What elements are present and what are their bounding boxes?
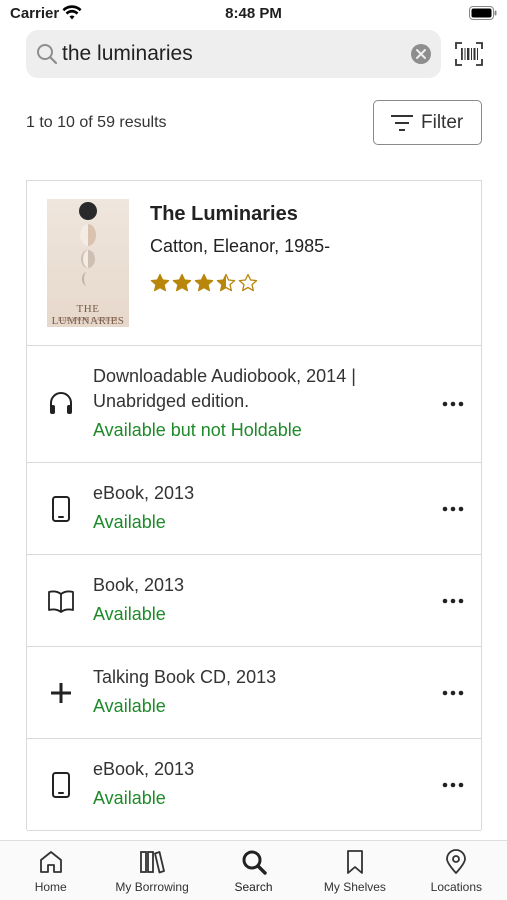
star-rating [150, 273, 258, 295]
star-empty-icon [238, 273, 258, 292]
availability-status: Available but not Holdable [93, 420, 302, 440]
format-row[interactable]: eBook, 2013 Available [27, 463, 481, 555]
availability-status: Available [93, 696, 166, 716]
format-description: Book, 2013 [93, 575, 185, 595]
location-pin-icon [446, 849, 467, 874]
book-title[interactable]: The Luminaries [150, 203, 298, 226]
format-description: eBook, 2013 [93, 483, 195, 503]
tablet-icon [52, 496, 70, 522]
tab-my-borrowing[interactable]: My Borrowing [101, 841, 202, 900]
books-icon [140, 851, 166, 874]
results-count: 1 to 10 of 59 results [26, 114, 167, 131]
filter-icon [391, 115, 413, 131]
search-bar[interactable]: the luminaries [26, 30, 441, 78]
headphones-icon [50, 392, 72, 414]
cover-art [79, 202, 97, 286]
format-row[interactable]: eBook, 2013 Available [27, 739, 481, 831]
tab-locations-label: Locations [430, 880, 483, 894]
book-cover[interactable]: THE LUMINARIES ELEANOR CATTON [47, 199, 129, 327]
clear-search-icon[interactable] [410, 43, 432, 65]
plus-icon [51, 683, 71, 703]
format-description: Talking Book CD, 2013 [93, 667, 277, 687]
format-description: Downloadable Audiobook, 2014 | Unabridge… [93, 366, 356, 411]
format-row[interactable]: Downloadable Audiobook, 2014 | Unabridge… [27, 346, 481, 463]
book-author: Catton, Eleanor, 1985- [150, 236, 331, 256]
home-icon [39, 851, 62, 873]
tab-search[interactable]: Search [203, 841, 304, 900]
tab-my-borrowing-label: My Borrowing [115, 880, 189, 894]
search-icon [242, 850, 267, 875]
clock: 8:48 PM [225, 5, 282, 22]
availability-status: Available [93, 604, 166, 624]
tab-my-shelves-label: My Shelves [323, 880, 386, 894]
star-full-icon [150, 273, 170, 292]
format-description: eBook, 2013 [93, 759, 195, 779]
format-row[interactable]: Talking Book CD, 2013 Available [27, 647, 481, 739]
bookmark-icon [347, 850, 363, 874]
tab-bar: Home My Borrowing Search My Shelves Loca… [0, 840, 507, 900]
tab-my-shelves[interactable]: My Shelves [304, 841, 405, 900]
result-card: THE LUMINARIES ELEANOR CATTON The Lumina… [26, 180, 482, 831]
tab-home[interactable]: Home [0, 841, 101, 900]
tablet-icon [52, 772, 70, 798]
more-options-icon[interactable] [441, 689, 465, 697]
more-options-icon[interactable] [441, 505, 465, 513]
availability-status: Available [93, 788, 166, 808]
cover-author: ELEANOR CATTON [57, 317, 119, 323]
cover-title: THE LUMINARIES [51, 303, 125, 327]
tab-search-label: Search [234, 880, 273, 894]
star-full-icon [172, 273, 192, 292]
availability-status: Available [93, 512, 166, 532]
more-options-icon[interactable] [441, 400, 465, 408]
filter-button[interactable]: Filter [373, 100, 482, 145]
more-options-icon[interactable] [441, 781, 465, 789]
status-bar: Carrier 8:48 PM [0, 0, 507, 28]
book-header[interactable]: THE LUMINARIES ELEANOR CATTON The Lumina… [27, 181, 481, 346]
filter-label: Filter [421, 112, 464, 133]
search-icon [37, 44, 58, 65]
tab-home-label: Home [34, 880, 67, 894]
tab-locations[interactable]: Locations [406, 841, 507, 900]
open-book-icon [48, 590, 74, 613]
star-half-icon [216, 273, 236, 292]
more-options-icon[interactable] [441, 597, 465, 605]
star-full-icon [194, 273, 214, 292]
battery-icon [469, 6, 497, 20]
barcode-scan-icon[interactable] [455, 42, 483, 66]
search-input[interactable]: the luminaries [62, 30, 392, 78]
format-row[interactable]: Book, 2013 Available [27, 555, 481, 647]
